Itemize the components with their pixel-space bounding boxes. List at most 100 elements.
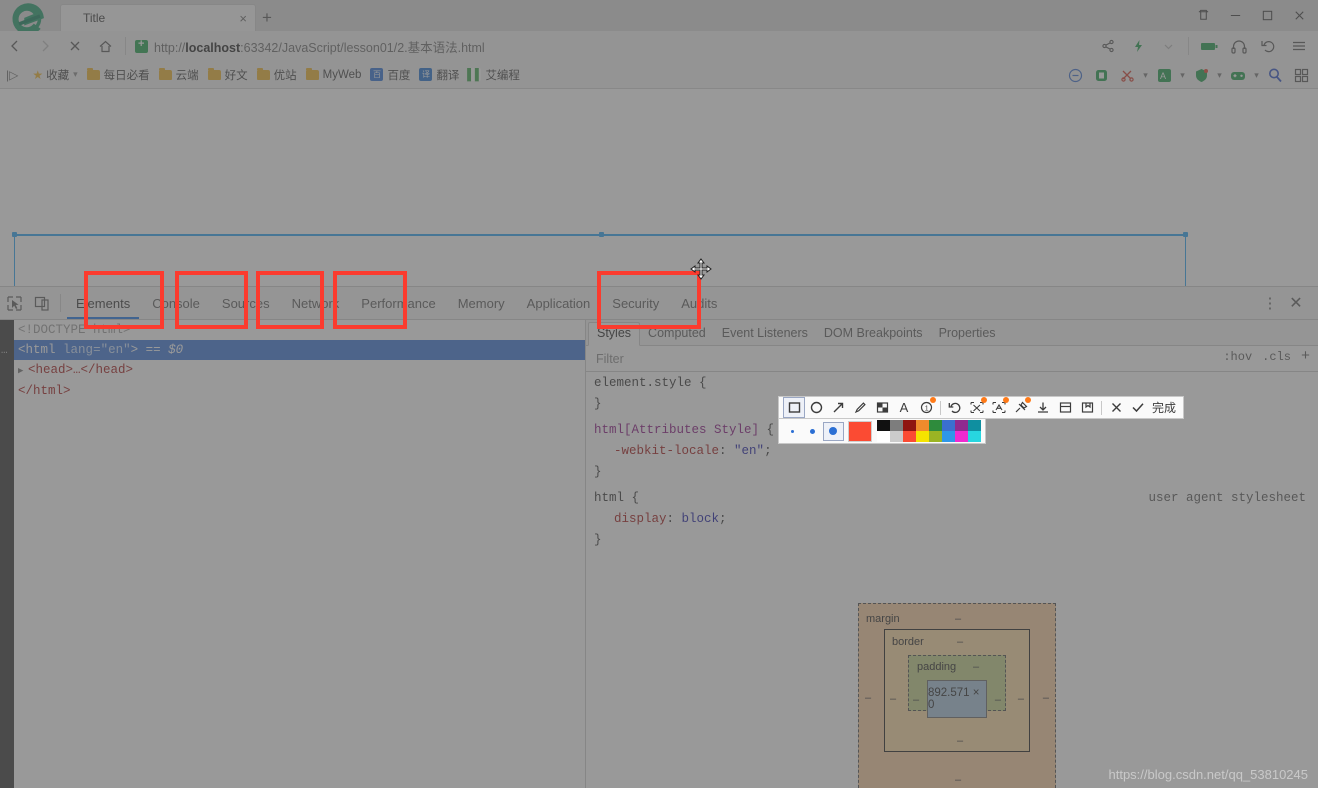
menu-icon[interactable] [1284,32,1314,60]
close-devtools-icon[interactable]: ✕ [1282,287,1310,320]
swatch-magenta[interactable] [954,431,968,442]
address-bar[interactable]: http://localhost:63342/JavaScript/lesson… [131,33,1093,59]
cancel-tool[interactable] [1105,397,1127,418]
bookmarks-expand-icon[interactable]: |▷ [6,68,18,82]
expand-caret-icon[interactable]: ▶ [18,361,28,381]
subtab-properties[interactable]: Properties [931,323,1004,345]
box-model-padding[interactable]: padding – – – – 892.571 × 0 [908,655,1006,718]
tab-application[interactable]: Application [516,287,602,319]
browser-tab[interactable]: Title × [60,4,256,31]
margin-left-value[interactable]: – [865,692,871,704]
confirm-tool[interactable] [1127,397,1149,418]
dom-node-head[interactable]: ▶ <head>…</head> [0,360,585,381]
lightning-icon[interactable] [1123,32,1153,60]
swatch-white[interactable] [876,431,890,442]
device-toolbar-icon[interactable] [28,287,56,319]
subtab-dom-breakpoints[interactable]: DOM Breakpoints [816,323,931,345]
battery-icon[interactable] [1194,32,1224,60]
chevron-down-icon[interactable]: ▾ [1251,62,1262,88]
back-icon[interactable] [0,32,30,60]
swatch-gray[interactable] [889,420,903,431]
new-tab-button[interactable]: + [262,8,272,28]
swatch-olive[interactable] [928,431,942,442]
stroke-size-small[interactable] [783,429,803,433]
more-options-icon[interactable]: ⋮ [1258,287,1282,320]
ellipse-tool[interactable] [805,397,827,418]
css-rule-selector[interactable]: html { user agent stylesheet [586,488,1318,509]
dom-node-html[interactable]: <html lang="en"> == $0 [0,340,585,360]
current-color-swatch[interactable] [848,420,872,442]
tab-memory[interactable]: Memory [447,287,516,319]
padding-right-value[interactable]: – [995,694,1001,706]
swatch-skyblue[interactable] [941,431,955,442]
resize-handle[interactable] [12,232,17,237]
apps-grid-icon[interactable] [1288,62,1314,88]
arrow-tool[interactable] [827,397,849,418]
bookmark-item-fanyi[interactable]: 译 翻译 [419,67,459,83]
bookmark-item-shoucang[interactable]: ★ 收藏 ▾ [32,67,77,83]
scissors-icon[interactable] [1114,62,1140,88]
css-declaration[interactable]: -webkit-locale: "en"; [586,441,1318,462]
done-button[interactable]: 完成 [1149,399,1179,416]
box-model-border[interactable]: border – – – – padding – – – – 892.571 ×… [884,629,1030,752]
adblock-icon[interactable] [1062,62,1088,88]
close-window-button[interactable] [1284,2,1314,30]
dom-node-html-close[interactable]: </html> [0,381,585,401]
hov-toggle[interactable]: :hov [1223,350,1252,364]
bookmark-item-meirribikan[interactable]: 每日必看 [86,67,150,83]
close-icon[interactable]: × [239,11,247,26]
inspect-element-icon[interactable] [0,287,28,319]
bookmark-item-youzhan[interactable]: 优站 [256,67,297,83]
chevron-down-icon[interactable]: ▾ [1140,62,1151,88]
pin-tool[interactable] [1010,397,1032,418]
swatch-teal[interactable] [967,420,981,431]
css-rule-selector[interactable]: element.style { [586,373,1318,394]
undo-icon[interactable] [1254,32,1284,60]
numbering-tool[interactable]: 1 [915,397,937,418]
css-declaration[interactable]: display: block; [586,509,1318,530]
dom-tree-pane[interactable]: … <!DOCTYPE html> <html lang="en"> == $0… [0,320,586,788]
collect-icon[interactable] [1188,2,1218,30]
ocr-tool[interactable] [988,397,1010,418]
chevron-down-icon[interactable]: ▾ [1177,62,1188,88]
share-icon[interactable] [1093,32,1123,60]
maximize-button[interactable] [1252,2,1282,30]
download-tool[interactable] [1032,397,1054,418]
stroke-size-large[interactable] [822,421,845,441]
border-left-value[interactable]: – [890,693,896,705]
mosaic-tool[interactable] [871,397,893,418]
search-icon[interactable] [1262,62,1288,88]
swatch-yellow[interactable] [915,431,929,442]
bookmark-item-aibiancheng[interactable]: ▌▌ 艾编程 [467,67,520,83]
rectangle-tool[interactable] [783,397,805,418]
border-right-value[interactable]: – [1018,693,1024,705]
padding-top-value[interactable]: – [973,661,979,673]
forward-icon[interactable] [30,32,60,60]
box-model-margin[interactable]: margin – – – – border – – – – padding – … [858,603,1056,788]
home-icon[interactable] [90,32,120,60]
swatch-black[interactable] [876,420,890,431]
bookmark-item-haowen[interactable]: 好文 [207,67,248,83]
new-style-rule-button[interactable]: + [1301,348,1310,365]
stroke-size-medium[interactable] [803,428,823,434]
chevron-down-icon[interactable]: ▾ [1214,62,1225,88]
chevron-down-icon[interactable]: ▾ [73,69,78,80]
long-screenshot-tool[interactable] [966,397,988,418]
swatch-purple[interactable] [954,420,968,431]
minimize-button[interactable] [1220,2,1250,30]
padding-left-value[interactable]: – [913,694,919,706]
margin-right-value[interactable]: – [1043,692,1049,704]
bookmark-item-myweb[interactable]: MyWeb [305,67,361,81]
swatch-darkred[interactable] [902,420,916,431]
chevron-down-icon[interactable] [1153,32,1183,60]
swatch-lightgray[interactable] [889,431,903,442]
shield-ext-icon[interactable] [1188,62,1214,88]
reader-icon[interactable] [1088,62,1114,88]
swatch-orange[interactable] [915,420,929,431]
stop-icon[interactable] [60,32,90,60]
swatch-red[interactable] [902,431,916,442]
cls-toggle[interactable]: .cls [1262,350,1291,364]
subtab-event-listeners[interactable]: Event Listeners [714,323,816,345]
gamepad-icon[interactable] [1225,62,1251,88]
translate-ext-icon[interactable]: A [1151,62,1177,88]
